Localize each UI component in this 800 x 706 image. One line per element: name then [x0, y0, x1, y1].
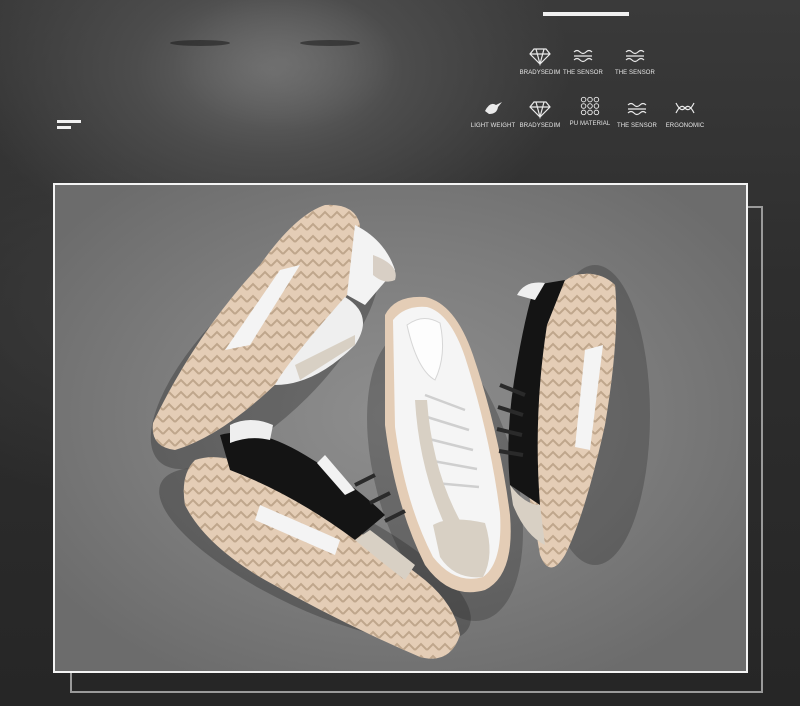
top-accent-bar — [543, 12, 629, 16]
sensor-wave-icon — [625, 49, 645, 63]
feature-sensor-top-2: THE SENSOR — [600, 44, 670, 77]
model-face-shadow — [120, 0, 450, 180]
model-eye-left — [170, 40, 230, 46]
bird-icon — [485, 102, 502, 114]
sneakers-illustration — [150, 204, 650, 659]
sensor-wave-icon — [627, 102, 647, 116]
feature-label: THE SENSOR — [614, 70, 655, 76]
product-photo — [53, 183, 748, 673]
grid-material-icon — [580, 96, 600, 116]
dna-icon — [675, 102, 695, 114]
sensor-wave-icon — [573, 49, 593, 63]
diamond-icon — [529, 101, 551, 119]
left-accent-mark — [57, 120, 81, 129]
model-eye-right — [300, 40, 360, 46]
feature-label: ERGONOMIC — [665, 123, 705, 129]
feature-ergonomic: ERGONOMIC — [650, 97, 720, 130]
